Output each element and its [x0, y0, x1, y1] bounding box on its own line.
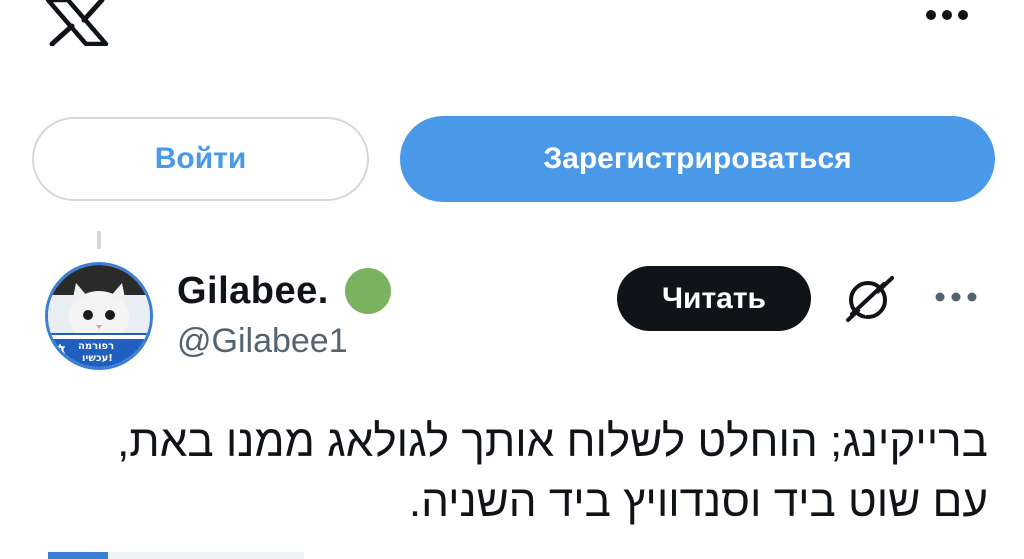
cropped-media-strip [48, 552, 304, 559]
status-dot-icon [344, 268, 391, 314]
author-display-name[interactable]: Gilabee. [177, 270, 329, 313]
tweet-text: ברייקינג; הוחלט לשלוח אותך לגולאג ממנו ב… [88, 412, 988, 532]
svg-text:עכשיו!: עכשיו! [82, 353, 113, 364]
author-name-row: Gilabee. [177, 268, 391, 314]
tweet-text-line: עם שוט ביד וסנדוויץ ביד השניה. [408, 477, 988, 526]
signup-button[interactable]: Зарегистрироваться [400, 116, 995, 202]
thread-connector-line [97, 231, 101, 249]
tweet-text-line: ברייקינג; הוחלט לשלוח אותך לגולאג ממנו ב… [117, 417, 988, 466]
more-horizontal-icon[interactable] [924, 4, 970, 26]
avatar[interactable]: רפורמה עכשיו! [45, 262, 153, 370]
svg-text:רפורמה: רפורמה [78, 341, 114, 352]
login-button[interactable]: Войти [32, 117, 369, 201]
author-handle[interactable]: @Gilabee1 [177, 322, 348, 361]
tweet-more-icon[interactable] [932, 286, 980, 308]
cat-avatar-image: רפורמה עכשיו! [48, 265, 150, 367]
x-logo-icon[interactable] [44, 0, 110, 46]
grok-icon[interactable] [842, 270, 898, 326]
follow-button[interactable]: Читать [617, 266, 811, 331]
